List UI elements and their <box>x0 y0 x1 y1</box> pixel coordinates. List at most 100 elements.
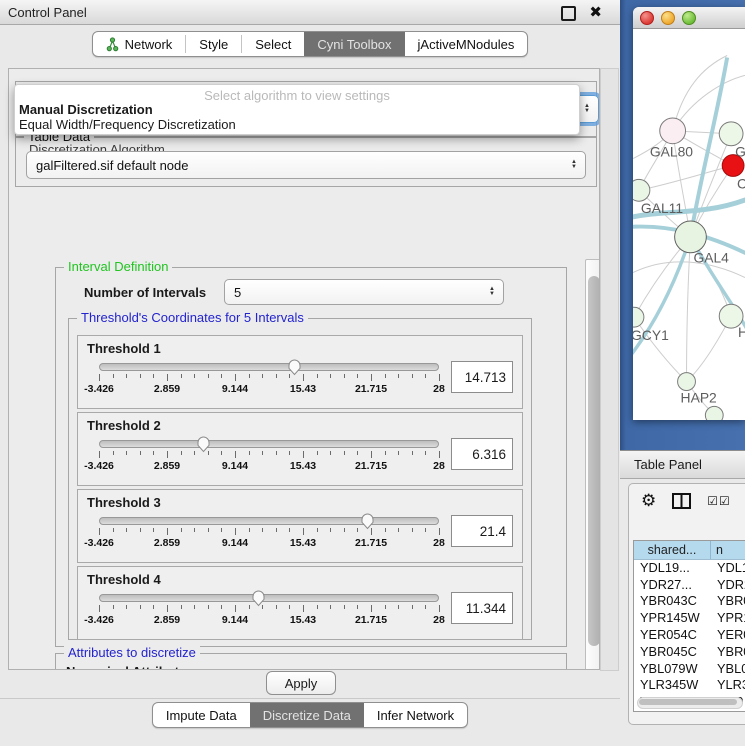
tab-jactivemnodules[interactable]: jActiveMNodules <box>405 32 528 56</box>
table-row[interactable]: YDL19...YDL1 <box>634 559 745 576</box>
settings-scrollbar[interactable] <box>585 259 600 670</box>
tab-infer-network[interactable]: Infer Network <box>364 703 467 727</box>
node-hap2[interactable] <box>678 373 696 391</box>
slider-track[interactable] <box>99 363 439 371</box>
columns-icon[interactable] <box>672 493 691 509</box>
network-window-titlebar[interactable] <box>633 7 745 29</box>
minimize-traffic-light[interactable] <box>661 11 675 25</box>
node-ga[interactable] <box>719 122 743 146</box>
cell-name[interactable]: YDL1 <box>710 560 745 575</box>
cell-shared-name[interactable]: YBL079W <box>634 661 710 676</box>
threshold-2-slider[interactable]: -3.4262.8599.14415.4321.71528 <box>99 435 439 475</box>
node-table[interactable]: shared... n YDL19...YDL1YDR27...YDR2YBR0… <box>633 540 745 712</box>
threshold-1-slider[interactable]: -3.4262.8599.14415.4321.71528 <box>99 358 439 398</box>
panel-gutter <box>600 68 619 671</box>
slider-track[interactable] <box>99 594 439 602</box>
control-panel-titlebar: Control Panel ✖ <box>0 0 620 25</box>
threshold-3-slider[interactable]: -3.4262.8599.14415.4321.71528 <box>99 512 439 552</box>
tick-mark <box>249 528 250 532</box>
tick-mark <box>113 451 114 455</box>
cell-shared-name[interactable]: YDL19... <box>634 560 710 575</box>
tick-label: 2.859 <box>154 537 180 549</box>
slider-tick-labels: -3.4262.8599.14415.4321.71528 <box>99 383 439 395</box>
node-label: GAL11 <box>641 200 683 216</box>
algorithm-option-equal-width[interactable]: Equal Width/Frequency Discretization <box>19 117 236 132</box>
column-header-name[interactable]: n <box>711 541 745 559</box>
cell-name[interactable]: YLR3 <box>710 677 745 692</box>
slider-thumb[interactable] <box>196 435 211 453</box>
tick-mark <box>330 528 331 532</box>
close-icon[interactable]: ✖ <box>589 3 602 21</box>
number-of-intervals-combo[interactable]: 5 ▲▼ <box>224 279 504 305</box>
column-header-shared-name[interactable]: shared... <box>634 541 711 559</box>
tick-label: 28 <box>433 383 445 395</box>
tab-discretize-data[interactable]: Discretize Data <box>250 703 364 727</box>
slider-thumb[interactable] <box>251 589 266 607</box>
slider-track[interactable] <box>99 440 439 448</box>
tab-style[interactable]: Style <box>186 32 241 56</box>
node-gcy1[interactable] <box>633 307 644 327</box>
node-partial[interactable] <box>705 406 723 420</box>
cell-shared-name[interactable]: YBR043C <box>634 593 710 608</box>
zoom-traffic-light[interactable] <box>682 11 696 25</box>
tab-strip: Network Style Select Cyni Toolbox jActiv… <box>92 31 529 57</box>
network-view-window[interactable]: GAL80 GA C GAL11 GAL4 GCY1 H HAP2 <box>633 7 745 420</box>
threshold-2-value[interactable]: 6.316 <box>451 438 513 470</box>
table-row[interactable]: YDR27...YDR2 <box>634 576 745 593</box>
table-row[interactable]: YBR045CYBR0 <box>634 643 745 660</box>
table-row[interactable]: YBL079WYBL0 <box>634 660 745 677</box>
tick-label: 28 <box>433 460 445 472</box>
slider-track[interactable] <box>99 517 439 525</box>
tab-select[interactable]: Select <box>242 32 304 56</box>
slider-ticks <box>99 374 439 382</box>
apply-button[interactable]: Apply <box>266 671 336 695</box>
slider-thumb[interactable] <box>287 358 302 376</box>
table-row[interactable]: YLR345WYLR3 <box>634 677 745 694</box>
tick-mark <box>221 451 222 455</box>
tab-cyni-toolbox[interactable]: Cyni Toolbox <box>304 32 404 56</box>
gear-icon[interactable]: ⚙ <box>641 492 656 510</box>
table-data-combo[interactable]: galFiltered.sif default node ▲▼ <box>26 151 586 179</box>
cell-shared-name[interactable]: YLR345W <box>634 677 710 692</box>
tab-impute-data[interactable]: Impute Data <box>153 703 250 727</box>
float-window-icon[interactable] <box>561 6 576 21</box>
algorithm-option-manual[interactable]: Manual Discretization <box>19 102 153 117</box>
table-panel-title: Table Panel <box>634 457 702 472</box>
close-traffic-light[interactable] <box>640 11 654 25</box>
tab-infer-network-label: Infer Network <box>377 708 454 723</box>
bottom-tabbar: Impute Data Discretize Data Infer Networ… <box>0 702 620 728</box>
cell-name[interactable]: YDR2 <box>710 577 745 592</box>
threshold-3-value[interactable]: 21.4 <box>451 515 513 547</box>
node-gal4[interactable] <box>675 221 707 253</box>
cell-name[interactable]: YPR1 <box>710 610 745 625</box>
node-gal11[interactable] <box>633 179 650 201</box>
table-hscrollbar-thumb[interactable] <box>639 699 737 705</box>
slider-thumb[interactable] <box>360 512 375 530</box>
cell-shared-name[interactable]: YPR145W <box>634 610 710 625</box>
tab-network[interactable]: Network <box>93 32 186 56</box>
slider-ticks <box>99 528 439 536</box>
threshold-4-slider[interactable]: -3.4262.8599.14415.4321.71528 <box>99 589 439 629</box>
threshold-1-value[interactable]: 14.713 <box>451 361 513 393</box>
tick-label: 28 <box>433 537 445 549</box>
table-row[interactable]: YER054CYER0 <box>634 626 745 643</box>
table-row[interactable]: YPR145WYPR1 <box>634 609 745 626</box>
cell-name[interactable]: YBR0 <box>710 644 745 659</box>
tick-mark <box>425 374 426 378</box>
cell-shared-name[interactable]: YDR27... <box>634 577 710 592</box>
cell-shared-name[interactable]: YER054C <box>634 627 710 642</box>
table-row[interactable]: YBR043CYBR0 <box>634 593 745 610</box>
cell-shared-name[interactable]: YBR045C <box>634 644 710 659</box>
threshold-4-value[interactable]: 11.344 <box>451 592 513 624</box>
network-canvas[interactable]: GAL80 GA C GAL11 GAL4 GCY1 H HAP2 <box>633 28 745 420</box>
cell-name[interactable]: YBL0 <box>710 661 745 676</box>
node-gal80[interactable] <box>660 118 686 144</box>
cell-name[interactable]: YBR0 <box>710 593 745 608</box>
tick-mark <box>153 374 154 378</box>
table-hscrollbar[interactable] <box>637 697 743 709</box>
cell-name[interactable]: YER0 <box>710 627 745 642</box>
tick-mark <box>412 605 413 609</box>
tick-mark <box>126 528 127 532</box>
checkbox-icons[interactable]: ☑☑ <box>707 494 731 508</box>
settings-scrollbar-thumb[interactable] <box>588 276 600 646</box>
